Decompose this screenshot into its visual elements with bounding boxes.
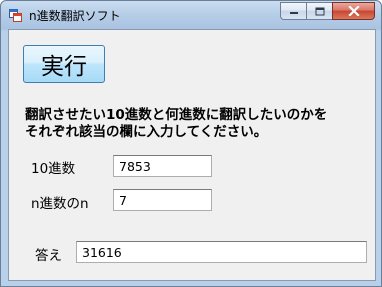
close-icon [347, 6, 360, 16]
answer-label: 答え [35, 248, 62, 264]
maximize-button[interactable] [306, 2, 332, 20]
title-bar[interactable]: n進数翻訳ソフト [1, 1, 381, 29]
decimal-input[interactable] [113, 155, 212, 177]
answer-output[interactable] [76, 241, 367, 263]
close-button[interactable] [332, 2, 375, 20]
maximize-icon [315, 7, 324, 15]
app-icon [9, 9, 22, 22]
base-input[interactable] [113, 189, 212, 211]
minimize-icon [289, 12, 298, 14]
minimize-button[interactable] [280, 2, 306, 20]
instructions-line-2: それぞれ該当の欄に入力してください。 [25, 124, 268, 140]
app-window: n進数翻訳ソフト 実行 翻訳させたい10進数と何進数に翻訳したいのかを それぞれ… [0, 0, 382, 287]
decimal-label: 10進数 [31, 161, 76, 177]
run-button[interactable]: 実行 [23, 45, 105, 83]
window-title: n進数翻訳ソフト [29, 9, 121, 23]
form-client-area: 実行 翻訳させたい10進数と何進数に翻訳したいのかを それぞれ該当の欄に入力して… [8, 29, 376, 281]
instructions-text: 翻訳させたい10進数と何進数に翻訳したいのかを それぞれ該当の欄に入力してくださ… [25, 107, 375, 141]
instructions-line-1: 翻訳させたい10進数と何進数に翻訳したいのかを [25, 107, 328, 123]
caption-buttons [280, 2, 375, 20]
base-label: n進数のn [31, 196, 89, 212]
